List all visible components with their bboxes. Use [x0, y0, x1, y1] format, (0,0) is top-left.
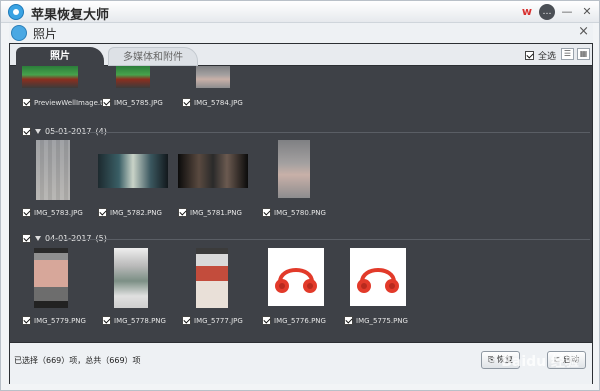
photo-label: IMG_5779.PNG [22, 316, 86, 325]
subwindow-close-button[interactable]: × [578, 24, 589, 39]
tab-bar: 照片 多媒体和附件 全选 ☰ ▦ [10, 44, 592, 66]
checkbox-icon[interactable] [22, 316, 31, 325]
tab-media-attachments[interactable]: 多媒体和附件 [108, 47, 198, 66]
photo-label: IMG_5784.JPG [182, 98, 243, 107]
watermark: Baidu 经验 [501, 354, 579, 370]
photo-label: PreviewWellImage.tif [22, 98, 107, 107]
photo-thumbnail[interactable] [114, 248, 148, 308]
photo-label: IMG_5778.PNG [102, 316, 166, 325]
app-logo-icon [8, 4, 24, 20]
weibo-icon[interactable]: w [519, 4, 535, 20]
checkbox-icon[interactable] [22, 208, 31, 217]
minimize-icon[interactable]: — [559, 4, 575, 20]
photo-label: IMG_5782.PNG [98, 208, 162, 217]
collapse-icon[interactable] [35, 236, 41, 241]
photo-label: IMG_5780.PNG [262, 208, 326, 217]
subwindow-logo-icon [11, 25, 27, 41]
select-all-label: 全选 [537, 52, 556, 62]
photo-thumbnail[interactable] [22, 66, 78, 88]
group-divider [50, 132, 590, 133]
headphones-icon [357, 268, 399, 293]
photo-thumbnail[interactable] [196, 248, 228, 308]
checkbox-icon[interactable] [344, 316, 353, 325]
checkbox-icon[interactable] [262, 316, 271, 325]
recover-icon: ⎘ [488, 355, 497, 364]
checkbox-icon[interactable] [182, 98, 191, 107]
photo-label: IMG_5783.JPG [22, 208, 83, 217]
photo-thumbnail[interactable] [350, 248, 406, 306]
photo-thumbnail[interactable] [268, 248, 324, 306]
checkbox-icon[interactable] [102, 316, 111, 325]
photo-label: IMG_5777.JPG [182, 316, 243, 325]
photo-label: IMG_5775.PNG [344, 316, 408, 325]
photo-label: IMG_5781.PNG [178, 208, 242, 217]
photo-thumbnail[interactable] [36, 140, 70, 200]
app-title: 苹果恢复大师 [31, 8, 110, 23]
title-bar: 苹果恢复大师 w … — ✕ [1, 1, 599, 23]
checkbox-icon[interactable] [262, 208, 271, 217]
checkbox-icon[interactable] [178, 208, 187, 217]
selection-status: 已选择（669）项，总共（669）项 [14, 356, 141, 365]
photo-thumbnail[interactable] [278, 140, 310, 198]
photo-thumbnail[interactable] [98, 154, 168, 188]
subwindow-title: 照片 [33, 27, 58, 41]
photo-label: IMG_5776.PNG [262, 316, 326, 325]
headphones-icon [275, 268, 317, 293]
checkbox-icon[interactable] [22, 234, 31, 243]
photo-label: IMG_5785.JPG [102, 98, 163, 107]
checkbox-icon[interactable] [98, 208, 107, 217]
photo-grid: PreviewWellImage.tif IMG_5785.JPG IMG_57… [10, 66, 592, 342]
checkbox-icon[interactable] [22, 98, 31, 107]
message-icon[interactable]: … [539, 4, 555, 20]
photo-thumbnail[interactable] [196, 66, 230, 88]
photo-thumbnail[interactable] [116, 66, 150, 88]
tab-photos[interactable]: 照片 [16, 47, 104, 66]
subwindow-header: 照片 × [9, 23, 593, 43]
checkbox-icon [524, 51, 534, 60]
checkbox-icon[interactable] [102, 98, 111, 107]
app-window: 苹果恢复大师 w … — ✕ 照片 × 照片 多媒体和附件 全选 ☰ ▦ Pre… [0, 0, 600, 391]
checkbox-icon[interactable] [22, 127, 31, 136]
group-divider [50, 239, 590, 240]
collapse-icon[interactable] [35, 129, 41, 134]
select-all-checkbox[interactable]: 全选 [524, 49, 556, 62]
photo-thumbnail[interactable] [178, 154, 248, 188]
close-icon[interactable]: ✕ [579, 4, 595, 20]
checkbox-icon[interactable] [182, 316, 191, 325]
photo-thumbnail[interactable] [34, 248, 68, 308]
list-view-button[interactable]: ☰ [561, 48, 574, 60]
title-bar-icons: w … — ✕ [519, 4, 595, 20]
grid-view-button[interactable]: ▦ [577, 48, 590, 60]
photo-panel: 照片 多媒体和附件 全选 ☰ ▦ PreviewWellImage.tif IM… [9, 43, 593, 384]
